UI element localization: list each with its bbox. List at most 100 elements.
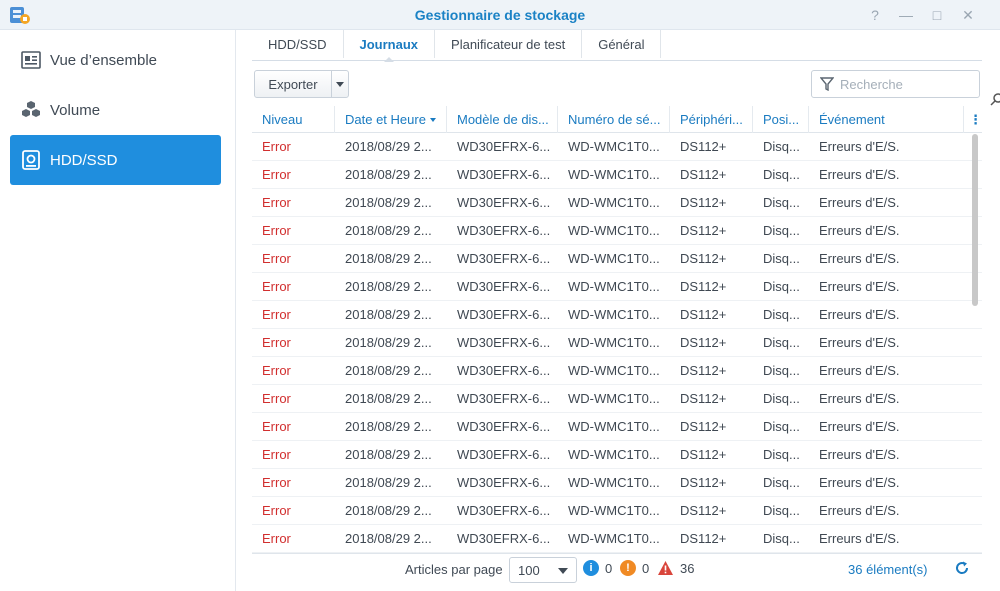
table-row[interactable]: Error 2018/08/29 2... WD30EFRX-6... WD-WMC1… bbox=[252, 217, 982, 245]
filter-icon bbox=[820, 77, 834, 91]
maximize-button[interactable]: □ bbox=[926, 5, 948, 25]
table-row[interactable]: Error 2018/08/29 2... WD30EFRX-6... WD-WMC1… bbox=[252, 497, 982, 525]
cell-event: Erreurs d'E/S. bbox=[819, 419, 900, 434]
cell-position: Disq... bbox=[763, 503, 800, 518]
cell-position: Disq... bbox=[763, 279, 800, 294]
table-scrollbar[interactable] bbox=[972, 134, 978, 306]
info-count: i 0 bbox=[583, 560, 612, 576]
info-count-value: 0 bbox=[605, 560, 613, 576]
sidebar-item-volume[interactable]: Volume bbox=[10, 85, 221, 135]
table-row[interactable]: Error 2018/08/29 2... WD30EFRX-6... WD-WMC1… bbox=[252, 441, 982, 469]
table-row[interactable]: Error 2018/08/29 2... WD30EFRX-6... WD-WMC1… bbox=[252, 301, 982, 329]
cell-device: DS112+ bbox=[680, 531, 727, 546]
column-menu-icon[interactable]: ⋮ bbox=[964, 106, 982, 133]
cell-date-time: 2018/08/29 2... bbox=[345, 279, 432, 294]
cell-date-time: 2018/08/29 2... bbox=[345, 531, 432, 546]
cell-disk-model: WD30EFRX-6... bbox=[457, 475, 551, 490]
cell-level: Error bbox=[262, 307, 291, 322]
cell-event: Erreurs d'E/S. bbox=[819, 279, 900, 294]
search-input[interactable] bbox=[840, 76, 970, 92]
column-header-position[interactable]: Posi... bbox=[753, 106, 809, 133]
cell-device: DS112+ bbox=[680, 363, 727, 378]
disk-icon bbox=[20, 149, 42, 171]
error-count: 36 bbox=[657, 560, 694, 576]
table-row[interactable]: Error 2018/08/29 2... WD30EFRX-6... WD-WMC1… bbox=[252, 357, 982, 385]
search-box[interactable] bbox=[811, 70, 980, 98]
tab-hdd-ssd[interactable]: HDD/SSD bbox=[252, 30, 344, 58]
table-row[interactable]: Error 2018/08/29 2... WD30EFRX-6... WD-WMC1… bbox=[252, 245, 982, 273]
table-row[interactable]: Error 2018/08/29 2... WD30EFRX-6... WD-WMC1… bbox=[252, 161, 982, 189]
cell-serial-number: WD-WMC1T0... bbox=[568, 223, 660, 238]
cell-event: Erreurs d'E/S. bbox=[819, 531, 900, 546]
export-button[interactable]: Exporter bbox=[254, 70, 332, 98]
sidebar-item-label: HDD/SSD bbox=[50, 151, 118, 169]
cell-device: DS112+ bbox=[680, 195, 727, 210]
table-row[interactable]: Error 2018/08/29 2... WD30EFRX-6... WD-WMC1… bbox=[252, 469, 982, 497]
sidebar: Vue d’ensemble Volume HDD/SSD bbox=[0, 30, 236, 591]
cell-serial-number: WD-WMC1T0... bbox=[568, 307, 660, 322]
warning-count: ! 0 bbox=[620, 560, 649, 576]
cell-level: Error bbox=[262, 251, 291, 266]
column-header-evenement[interactable]: Événement bbox=[809, 106, 964, 133]
cell-date-time: 2018/08/29 2... bbox=[345, 475, 432, 490]
cell-level: Error bbox=[262, 419, 291, 434]
total-items-count: 36 élément(s) bbox=[848, 562, 928, 577]
cell-position: Disq... bbox=[763, 195, 800, 210]
table-row[interactable]: Error 2018/08/29 2... WD30EFRX-6... WD-WMC1… bbox=[252, 385, 982, 413]
tab-journaux[interactable]: Journaux bbox=[344, 30, 436, 62]
column-header-modele-de-disque[interactable]: Modèle de dis... bbox=[447, 106, 558, 133]
sidebar-item-hdd-ssd[interactable]: HDD/SSD bbox=[10, 135, 221, 185]
cell-disk-model: WD30EFRX-6... bbox=[457, 223, 551, 238]
cell-date-time: 2018/08/29 2... bbox=[345, 167, 432, 182]
table-row[interactable]: Error 2018/08/29 2... WD30EFRX-6... WD-WMC1… bbox=[252, 413, 982, 441]
sidebar-item-overview[interactable]: Vue d’ensemble bbox=[10, 35, 221, 85]
column-header-numero-de-serie[interactable]: Numéro de sé... bbox=[558, 106, 670, 133]
cell-level: Error bbox=[262, 335, 291, 350]
cell-date-time: 2018/08/29 2... bbox=[345, 363, 432, 378]
cell-disk-model: WD30EFRX-6... bbox=[457, 139, 551, 154]
tab-planificateur-de-test[interactable]: Planificateur de test bbox=[435, 30, 583, 58]
caret-down-icon bbox=[336, 81, 344, 87]
cell-serial-number: WD-WMC1T0... bbox=[568, 447, 660, 462]
cell-position: Disq... bbox=[763, 223, 800, 238]
table-row[interactable]: Error 2018/08/29 2... WD30EFRX-6... WD-WMC1… bbox=[252, 525, 982, 553]
cell-position: Disq... bbox=[763, 335, 800, 350]
table-row[interactable]: Error 2018/08/29 2... WD30EFRX-6... WD-WMC1… bbox=[252, 133, 982, 161]
cell-level: Error bbox=[262, 167, 291, 182]
per-page-select[interactable]: 100 bbox=[509, 557, 577, 583]
column-header-peripherique[interactable]: Périphéri... bbox=[670, 106, 753, 133]
per-page-value: 100 bbox=[518, 562, 540, 578]
cell-date-time: 2018/08/29 2... bbox=[345, 335, 432, 350]
column-header-niveau[interactable]: Niveau bbox=[252, 106, 335, 133]
cell-level: Error bbox=[262, 363, 291, 378]
sort-desc-icon bbox=[429, 117, 436, 122]
cell-serial-number: WD-WMC1T0... bbox=[568, 139, 660, 154]
cell-serial-number: WD-WMC1T0... bbox=[568, 195, 660, 210]
table-row[interactable]: Error 2018/08/29 2... WD30EFRX-6... WD-WMC1… bbox=[252, 329, 982, 357]
cell-event: Erreurs d'E/S. bbox=[819, 223, 900, 238]
per-page-label: Articles par page bbox=[405, 562, 503, 577]
info-icon: i bbox=[583, 560, 599, 576]
cell-device: DS112+ bbox=[680, 503, 727, 518]
help-button[interactable]: ? bbox=[864, 5, 886, 25]
table-row[interactable]: Error 2018/08/29 2... WD30EFRX-6... WD-WMC1… bbox=[252, 189, 982, 217]
minimize-button[interactable]: — bbox=[895, 5, 917, 25]
cell-device: DS112+ bbox=[680, 447, 727, 462]
cell-date-time: 2018/08/29 2... bbox=[345, 223, 432, 238]
cell-disk-model: WD30EFRX-6... bbox=[457, 195, 551, 210]
overview-icon bbox=[20, 49, 42, 71]
close-button[interactable]: ✕ bbox=[957, 5, 979, 25]
cell-serial-number: WD-WMC1T0... bbox=[568, 363, 660, 378]
cell-level: Error bbox=[262, 391, 291, 406]
cell-serial-number: WD-WMC1T0... bbox=[568, 391, 660, 406]
tab-general[interactable]: Général bbox=[582, 30, 662, 58]
cell-device: DS112+ bbox=[680, 167, 727, 182]
export-dropdown-button[interactable] bbox=[331, 70, 349, 98]
cell-device: DS112+ bbox=[680, 307, 727, 322]
cell-disk-model: WD30EFRX-6... bbox=[457, 531, 551, 546]
cell-event: Erreurs d'E/S. bbox=[819, 251, 900, 266]
table-row[interactable]: Error 2018/08/29 2... WD30EFRX-6... WD-WMC1… bbox=[252, 273, 982, 301]
column-header-date-et-heure[interactable]: Date et Heure bbox=[335, 106, 447, 133]
cell-position: Disq... bbox=[763, 419, 800, 434]
refresh-icon[interactable] bbox=[954, 560, 970, 576]
